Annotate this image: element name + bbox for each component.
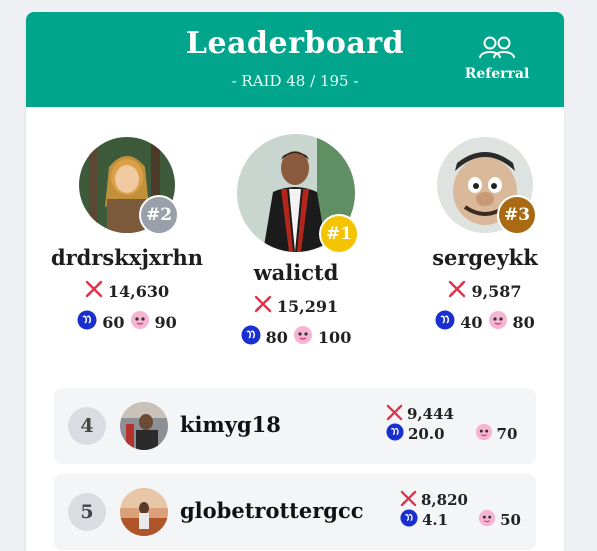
crossed-swords-icon: [448, 280, 466, 302]
coins-value: 20.0: [408, 425, 445, 443]
row-username: globetrottergcc: [180, 498, 364, 523]
pink-character-icon: [478, 509, 496, 531]
damage-stat: 9,587: [405, 280, 564, 302]
damage-stat: 9,444: [386, 404, 526, 424]
damage-value: 14,630: [107, 281, 170, 301]
crossed-swords-icon: [400, 490, 417, 511]
leaderboard-row[interactable]: 4 kimyg18 9,444 20.0 70: [54, 388, 536, 464]
leaderboard-row[interactable]: 5 globetrottergcc 8,820 4.1 50: [54, 474, 536, 550]
avatar-frame: #1: [237, 134, 359, 254]
steem-coin-icon: [241, 325, 261, 349]
podium-first[interactable]: #1 walictd 15,291 80 100: [216, 134, 376, 349]
pets-value: 100: [317, 327, 352, 347]
pink-character-icon: [475, 423, 493, 445]
reward-stats: 40 80: [405, 310, 564, 334]
reward-stats: 80 100: [216, 325, 376, 349]
damage-value: 8,820: [421, 491, 468, 509]
row-stats: 8,820 4.1 50: [400, 490, 540, 530]
pink-character-icon: [293, 325, 313, 349]
coins-value: 80: [265, 327, 288, 347]
podium-second[interactable]: #2 drdrskxjxrhn 14,630 60 90: [47, 137, 207, 334]
rank-number: 5: [68, 493, 106, 531]
leaderboard-card: Leaderboard - RAID 48 / 195 - Referral #…: [26, 12, 564, 551]
avatar: [120, 488, 168, 536]
reward-stats: 20.0 70: [386, 423, 526, 445]
avatar: [120, 402, 168, 450]
pets-value: 70: [496, 425, 518, 443]
pets-value: 50: [500, 511, 521, 529]
referral-label: Referral: [464, 66, 530, 82]
steem-coin-icon: [386, 423, 404, 445]
avatar-frame: #2: [79, 137, 179, 235]
users-icon: [477, 36, 517, 60]
reward-stats: 4.1 50: [400, 509, 540, 531]
steem-coin-icon: [435, 310, 455, 334]
pets-value: 80: [512, 312, 535, 332]
crossed-swords-icon: [85, 280, 103, 302]
podium-username: drdrskxjxrhn: [50, 245, 204, 270]
row-stats: 9,444 20.0 70: [386, 404, 526, 444]
damage-stat: 8,820: [400, 490, 540, 510]
podium-username: sergeykk: [432, 245, 538, 270]
rank-badge: #2: [139, 195, 179, 235]
pink-character-icon: [130, 310, 150, 334]
damage-stat: 14,630: [47, 280, 207, 302]
damage-value: 9,444: [407, 405, 454, 423]
rank-badge: #3: [497, 195, 537, 235]
pink-character-icon: [488, 310, 508, 334]
crossed-swords-icon: [254, 295, 272, 317]
rank-number: 4: [68, 407, 106, 445]
steem-coin-icon: [77, 310, 97, 334]
pets-value: 90: [154, 312, 177, 332]
crossed-swords-icon: [386, 404, 403, 425]
leaderboard-header: Leaderboard - RAID 48 / 195 - Referral: [26, 12, 564, 107]
podium-third[interactable]: #3 sergeykk 9,587 40 80: [405, 137, 564, 334]
damage-value: 15,291: [276, 296, 339, 316]
rank-badge: #1: [319, 214, 359, 254]
reward-stats: 60 90: [47, 310, 207, 334]
referral-button[interactable]: Referral: [462, 36, 532, 82]
damage-stat: 15,291: [216, 295, 376, 317]
steem-coin-icon: [400, 509, 418, 531]
coins-value: 40: [460, 312, 483, 332]
coins-value: 60: [102, 312, 125, 332]
damage-value: 9,587: [471, 281, 522, 301]
podium-username: walictd: [253, 260, 339, 285]
avatar-frame: #3: [437, 137, 537, 235]
coins-value: 4.1: [422, 511, 449, 529]
row-username: kimyg18: [180, 412, 281, 437]
